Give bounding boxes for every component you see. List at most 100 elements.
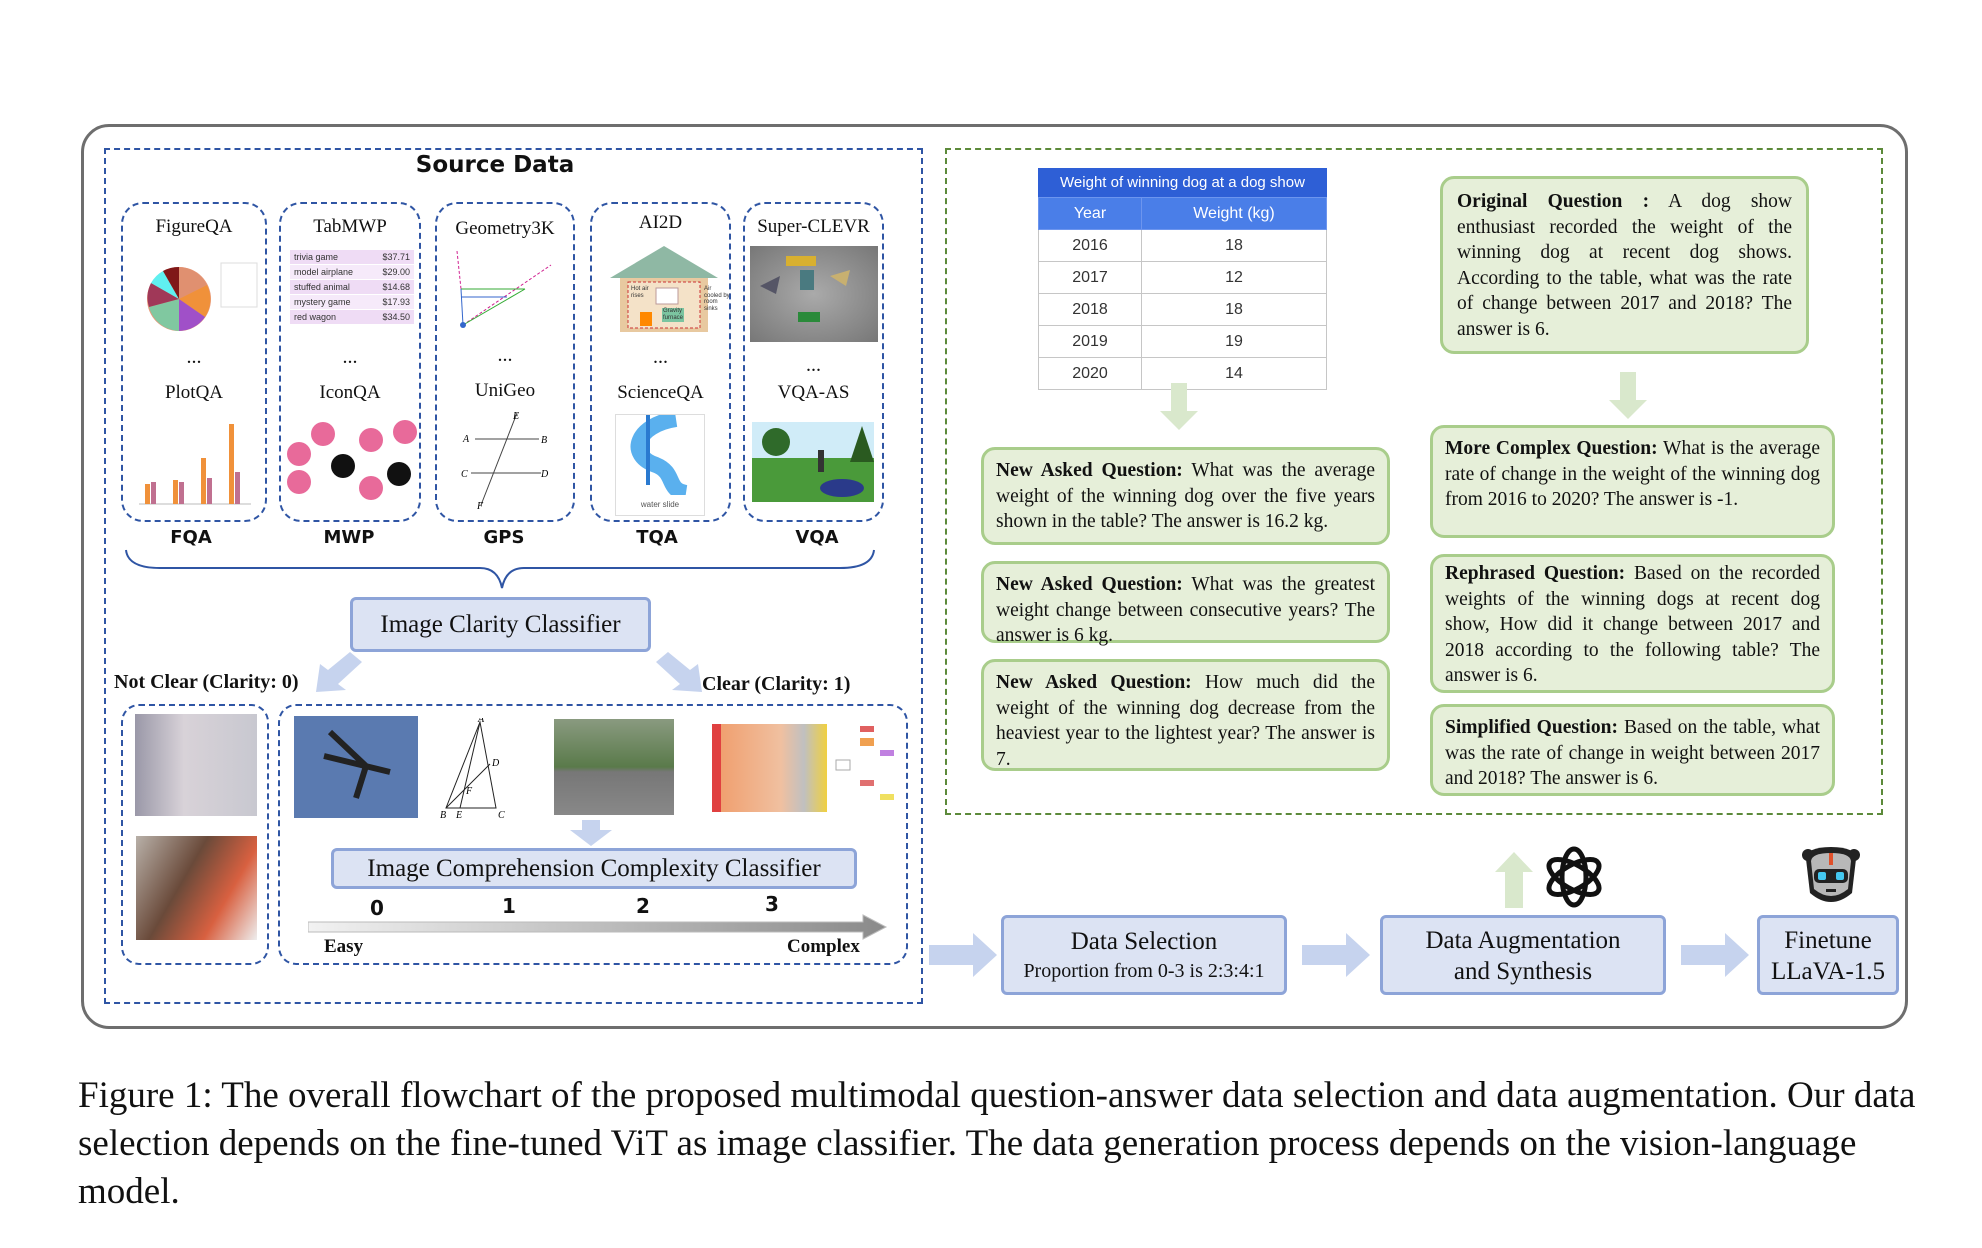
green-arrow-up-icon bbox=[1495, 852, 1533, 908]
svg-text:F: F bbox=[476, 501, 484, 509]
image-clarity-classifier: Image Clarity Classifier bbox=[350, 597, 651, 652]
cell: 18 bbox=[1141, 229, 1327, 262]
geometry-thumbnail bbox=[456, 250, 552, 328]
cell: model airplane bbox=[294, 267, 354, 277]
augmentation-line-1: Data Augmentation bbox=[1425, 927, 1621, 954]
dataset-column-mwp: TabMWP trivia game $37.71 model airplane $… bbox=[279, 202, 421, 522]
dataset-ai2d: AI2D bbox=[638, 212, 683, 233]
dataset-tabmwp: TabMWP bbox=[313, 216, 387, 237]
dataset-column-vqa: Super-CLEVR ... VQA-AS bbox=[743, 202, 884, 522]
svg-text:B: B bbox=[541, 435, 547, 446]
dataset-column-gps: Geometry3K ... UniGeo E A B C D F bbox=[435, 202, 575, 522]
openai-logo-icon bbox=[1546, 846, 1602, 908]
cell: red wagon bbox=[294, 312, 337, 322]
parallel-lines-thumbnail: E A B C D F bbox=[461, 411, 549, 509]
ellipsis: ... bbox=[497, 344, 513, 366]
park-icon bbox=[762, 426, 874, 497]
ellipsis: ... bbox=[342, 346, 358, 368]
cell: $37.71 bbox=[382, 252, 410, 262]
category-fqa: FQA bbox=[170, 527, 212, 548]
cell: 2017 bbox=[1038, 261, 1142, 294]
level-3: 3 bbox=[765, 892, 779, 916]
mind-map-image bbox=[830, 724, 898, 812]
grouping-brace bbox=[125, 549, 875, 589]
clevr-scene-thumbnail bbox=[750, 246, 878, 342]
svg-text:E: E bbox=[455, 810, 462, 818]
data-selection-box: Data Selection Proportion from 0-3 is 2:… bbox=[1001, 915, 1287, 995]
svg-text:A: A bbox=[477, 718, 485, 725]
ai2d-label-furnace: Gravity furnace bbox=[663, 308, 684, 321]
dataset-vqa-as: VQA-AS bbox=[777, 382, 850, 403]
dataset-column-tqa: AI2D Hot air rises Gravity furnace Air c… bbox=[590, 202, 731, 522]
mind-map-icon bbox=[835, 726, 894, 800]
svg-text:F: F bbox=[465, 786, 473, 797]
green-arrow-down-icon bbox=[1609, 372, 1647, 419]
data-augmentation-box: Data Augmentation and Synthesis bbox=[1380, 915, 1666, 995]
complexity-classifier: Image Comprehension Complexity Classifie… bbox=[331, 848, 857, 889]
new-question-3: New Asked Question: How much did the wei… bbox=[981, 659, 1390, 771]
arrow-down-left-icon bbox=[316, 652, 362, 692]
svg-text:C: C bbox=[498, 810, 505, 818]
dataset-super-clevr: Super-CLEVR bbox=[757, 216, 870, 237]
data-selection-proportion: Proportion from 0-3 is 2:3:4:1 bbox=[1023, 960, 1265, 982]
ellipsis: ... bbox=[653, 346, 668, 368]
category-vqa: VQA bbox=[795, 527, 839, 548]
bar-chart-thumbnail bbox=[139, 424, 251, 505]
airplane-icon bbox=[323, 729, 391, 799]
svg-text:D: D bbox=[491, 758, 500, 769]
ellipsis: ... bbox=[186, 346, 202, 368]
triangle-geometry-image: A B C D E F bbox=[440, 718, 505, 818]
cell: 12 bbox=[1141, 261, 1327, 294]
finetune-box: Finetune LLaVA-1.5 bbox=[1757, 915, 1899, 995]
question-label: Rephrased Question: bbox=[1445, 563, 1626, 584]
question-label: Original Question : bbox=[1457, 191, 1650, 212]
cell: 19 bbox=[1141, 325, 1327, 358]
cell: $29.00 bbox=[382, 267, 410, 277]
flow-arrow-icon bbox=[1681, 933, 1749, 977]
table-title: Weight of winning dog at a dog show bbox=[1038, 168, 1327, 197]
ai2d-label-air-cooled: Air cooled by room sinks bbox=[704, 286, 730, 312]
park-scene-thumbnail bbox=[752, 422, 874, 502]
question-label: Simplified Question: bbox=[1445, 717, 1618, 738]
airplane-image bbox=[294, 716, 418, 818]
new-question-2: New Asked Question: What was the greates… bbox=[981, 561, 1390, 646]
water-slide-icon bbox=[630, 415, 689, 501]
robot-icon bbox=[1802, 847, 1860, 902]
cell: 2016 bbox=[1038, 229, 1142, 262]
flow-arrow-icon bbox=[1302, 933, 1370, 977]
ellipsis: ... bbox=[806, 354, 821, 376]
header-year: Year bbox=[1038, 197, 1142, 230]
augmentation-line-2: and Synthesis bbox=[1453, 958, 1593, 985]
arrow-down-right-icon bbox=[656, 652, 702, 692]
cell: trivia game bbox=[294, 252, 339, 262]
question-label: New Asked Question: bbox=[996, 672, 1192, 693]
source-data-title: Source Data bbox=[415, 152, 575, 178]
header-weight: Weight (kg) bbox=[1141, 197, 1327, 230]
table-row: 2019 19 bbox=[1038, 325, 1327, 358]
dataset-plotqa: PlotQA bbox=[164, 382, 224, 403]
question-text: A dog show enthusiast recorded the weigh… bbox=[1457, 191, 1792, 340]
svg-text:D: D bbox=[540, 469, 549, 480]
svg-text:C: C bbox=[461, 469, 468, 480]
new-question-1: New Asked Question: What was the average… bbox=[981, 447, 1390, 545]
cell: $17.93 bbox=[382, 297, 410, 307]
not-clear-label: Not Clear (Clarity: 0) bbox=[114, 671, 299, 693]
water-slide-thumbnail: water slide bbox=[615, 414, 705, 516]
cell: mystery game bbox=[294, 297, 351, 307]
dataset-scienceqa: ScienceQA bbox=[617, 382, 704, 403]
category-mwp: MWP bbox=[323, 527, 375, 548]
easy-label: Easy bbox=[324, 936, 364, 957]
blurry-car-image bbox=[135, 714, 257, 816]
periodic-table-image bbox=[712, 724, 827, 812]
svg-text:A: A bbox=[462, 434, 470, 445]
dataset-iconqa: IconQA bbox=[319, 382, 381, 403]
pie-chart-thumbnail bbox=[147, 262, 258, 331]
cell: $14.68 bbox=[382, 282, 410, 292]
tabmwp-table-thumbnail: trivia game $37.71 model airplane $29.00 s… bbox=[290, 250, 414, 324]
toy-objects-icon bbox=[760, 256, 850, 322]
question-label: New Asked Question: bbox=[996, 460, 1183, 481]
data-selection-title: Data Selection bbox=[1070, 928, 1218, 955]
blurry-can-image bbox=[136, 836, 257, 940]
simplified-question: Simplified Question: Based on the table,… bbox=[1430, 704, 1835, 796]
original-question: Original Question : A dog show enthusias… bbox=[1440, 176, 1809, 354]
